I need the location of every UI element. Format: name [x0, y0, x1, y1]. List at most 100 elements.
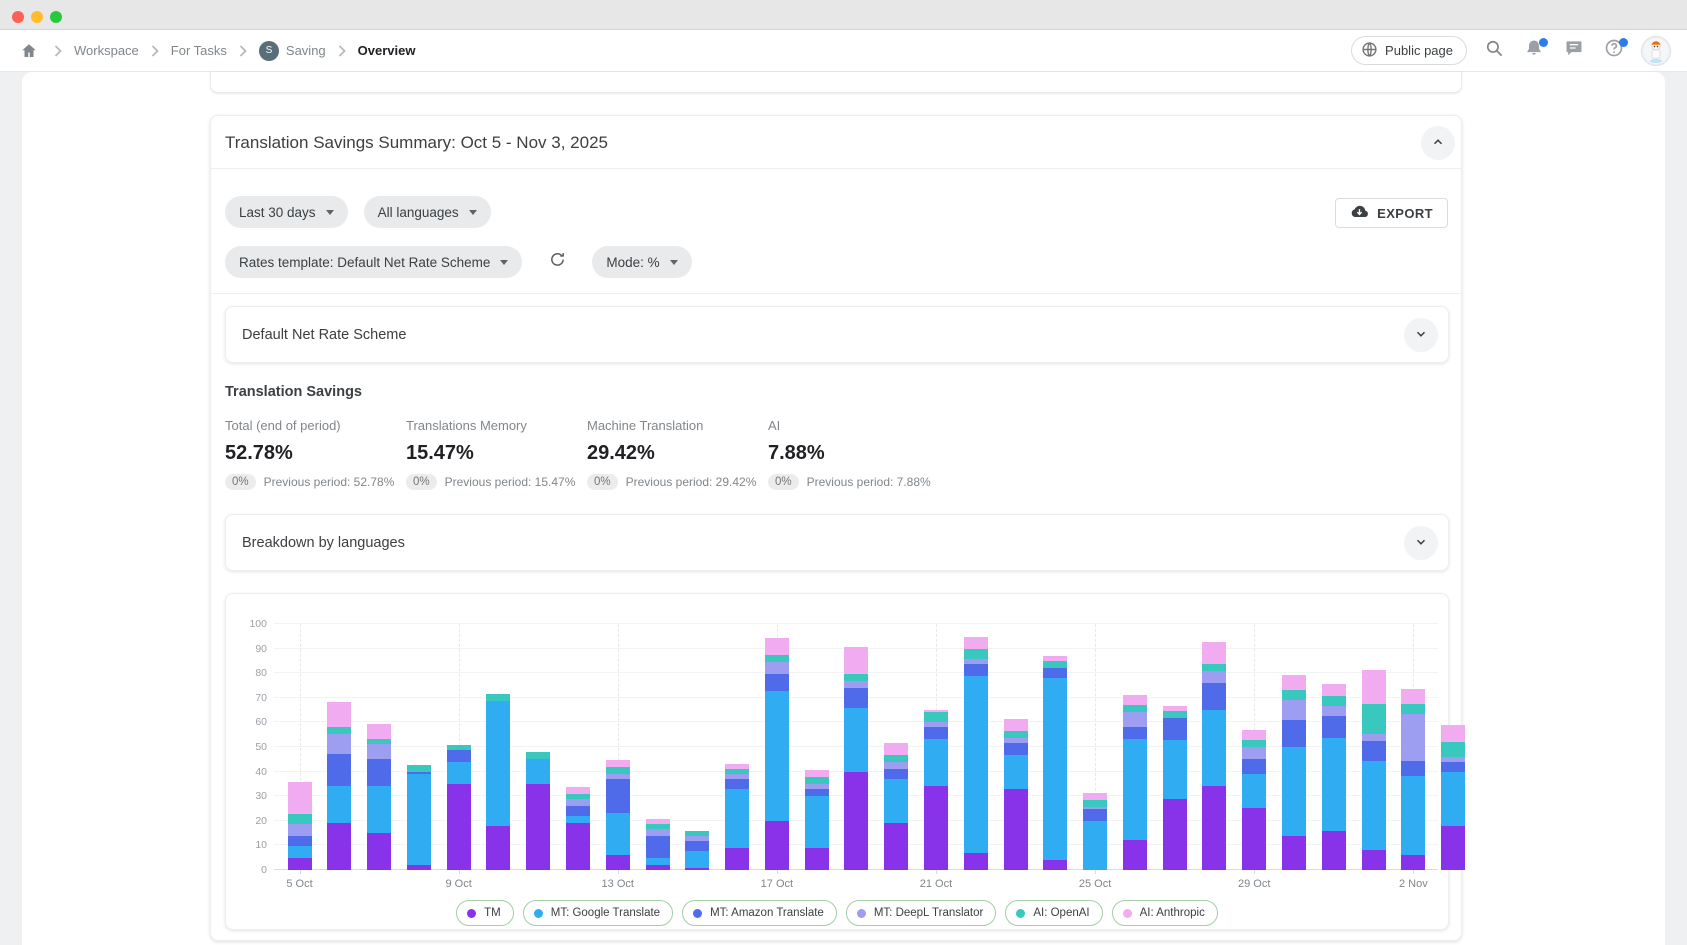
collapse-summary-button[interactable] [1421, 126, 1455, 160]
stat-label: Machine Translation [587, 418, 768, 433]
messages-button[interactable] [1561, 38, 1587, 64]
chevron-up-icon [1431, 135, 1445, 152]
search-button[interactable] [1481, 38, 1507, 64]
bar-25-oct[interactable] [1083, 793, 1107, 870]
y-axis-label: 100 [249, 618, 267, 630]
bar-segment [327, 702, 351, 727]
bar-21-oct[interactable] [924, 710, 948, 870]
bar-26-oct[interactable] [1123, 695, 1147, 870]
zoom-window-button[interactable] [50, 11, 62, 23]
chevron-down-icon [1414, 535, 1428, 552]
bar-segment [1083, 809, 1107, 821]
bar-segment [447, 762, 471, 784]
public-page-button[interactable]: Public page [1351, 36, 1467, 65]
bar-5-oct[interactable] [288, 782, 312, 870]
bar-18-oct[interactable] [805, 770, 829, 870]
legend-ai-anthropic[interactable]: AI: Anthropic [1112, 900, 1218, 926]
stacked-bar-chart: 01020304050607080901005 Oct9 Oct13 Oct17… [274, 624, 1438, 870]
bar-segment [1083, 800, 1107, 807]
bar-segment [805, 770, 829, 777]
home-icon[interactable] [16, 38, 42, 64]
help-button[interactable] [1601, 38, 1627, 64]
bar-10-oct[interactable] [486, 694, 510, 870]
chevron-right-icon [151, 45, 159, 57]
stat-label: Translations Memory [406, 418, 587, 433]
breakdown-section[interactable]: Breakdown by languages [225, 514, 1449, 571]
rate-scheme-section[interactable]: Default Net Rate Scheme [225, 306, 1449, 363]
legend-mt-google-translate[interactable]: MT: Google Translate [523, 900, 673, 926]
close-window-button[interactable] [12, 11, 24, 23]
legend-mt-amazon-translate[interactable]: MT: Amazon Translate [682, 900, 837, 926]
bar-segment [1322, 706, 1346, 716]
bar-11-oct[interactable] [526, 752, 550, 870]
bar-1-nov[interactable] [1362, 670, 1386, 870]
rates-template-filter[interactable]: Rates template: Default Net Rate Scheme [225, 246, 522, 278]
bar-29-oct[interactable] [1242, 730, 1266, 870]
date-range-filter[interactable]: Last 30 days [225, 196, 348, 228]
bar-12-oct[interactable] [566, 787, 590, 870]
bar-segment [1123, 705, 1147, 712]
legend-ai-openai[interactable]: AI: OpenAI [1005, 900, 1102, 926]
bar-13-oct[interactable] [606, 760, 630, 870]
bar-segment [1282, 675, 1306, 690]
bar-segment [964, 649, 988, 659]
y-axis-label: 30 [255, 790, 267, 802]
bar-30-oct[interactable] [1282, 675, 1306, 870]
breadcrumb-item-overview[interactable]: Overview [358, 43, 416, 58]
bar-28-oct[interactable] [1202, 642, 1226, 870]
legend-tm[interactable]: TM [456, 900, 514, 926]
bar-segment [1202, 683, 1226, 710]
bar-24-oct[interactable] [1043, 656, 1067, 870]
bar-segment [327, 786, 351, 823]
breadcrumb-item-for-tasks[interactable]: For Tasks [171, 43, 227, 58]
bar-segment [606, 767, 630, 774]
bar-27-oct[interactable] [1163, 706, 1187, 870]
bar-9-oct[interactable] [447, 745, 471, 870]
bar-8-oct[interactable] [407, 765, 431, 870]
export-button[interactable]: EXPORT [1335, 198, 1448, 228]
bar-16-oct[interactable] [725, 764, 749, 870]
public-page-label: Public page [1385, 43, 1453, 58]
bar-segment [367, 759, 391, 786]
expand-rate-scheme-button[interactable] [1404, 318, 1438, 352]
bar-segment [765, 662, 789, 674]
x-axis-label: 5 Oct [286, 878, 312, 890]
bar-segment [924, 727, 948, 739]
legend-mt-deepl-translator[interactable]: MT: DeepL Translator [846, 900, 997, 926]
bar-15-oct[interactable] [685, 831, 709, 870]
bar-segment [765, 674, 789, 691]
bar-23-oct[interactable] [1004, 719, 1028, 870]
rate-scheme-title: Default Net Rate Scheme [242, 307, 406, 364]
bar-22-oct[interactable] [964, 637, 988, 870]
bar-14-oct[interactable] [646, 819, 670, 870]
bar-31-oct[interactable] [1322, 684, 1346, 870]
notifications-button[interactable] [1521, 38, 1547, 64]
mode-filter[interactable]: Mode: % [592, 246, 691, 278]
bar-segment [1202, 671, 1226, 683]
bar-2-nov[interactable] [1401, 689, 1425, 870]
rates-template-value: Rates template: Default Net Rate Scheme [239, 255, 490, 270]
bar-segment [1083, 793, 1107, 800]
savings-stats: Total (end of period)52.78%0%Previous pe… [225, 418, 949, 490]
bar-17-oct[interactable] [765, 638, 789, 870]
bar-7-oct[interactable] [367, 724, 391, 870]
bar-segment [1441, 826, 1465, 870]
bar-20-oct[interactable] [884, 743, 908, 870]
breadcrumb-item-workspace[interactable]: Workspace [74, 43, 139, 58]
languages-filter[interactable]: All languages [364, 196, 491, 228]
expand-breakdown-button[interactable] [1404, 526, 1438, 560]
bar-segment [526, 759, 550, 784]
bar-segment [288, 782, 312, 814]
bar-segment [486, 694, 510, 701]
bar-segment [805, 848, 829, 870]
bar-segment [1004, 743, 1028, 755]
bar-segment [526, 784, 550, 870]
minimize-window-button[interactable] [31, 11, 43, 23]
y-axis-label: 40 [255, 766, 267, 778]
bar-6-oct[interactable] [327, 702, 351, 870]
bar-3-nov[interactable] [1441, 725, 1465, 870]
bar-19-oct[interactable] [844, 647, 868, 870]
breadcrumb-item-saving[interactable]: SSaving [259, 41, 326, 61]
user-avatar[interactable] [1641, 36, 1671, 66]
refresh-button[interactable] [544, 249, 570, 275]
